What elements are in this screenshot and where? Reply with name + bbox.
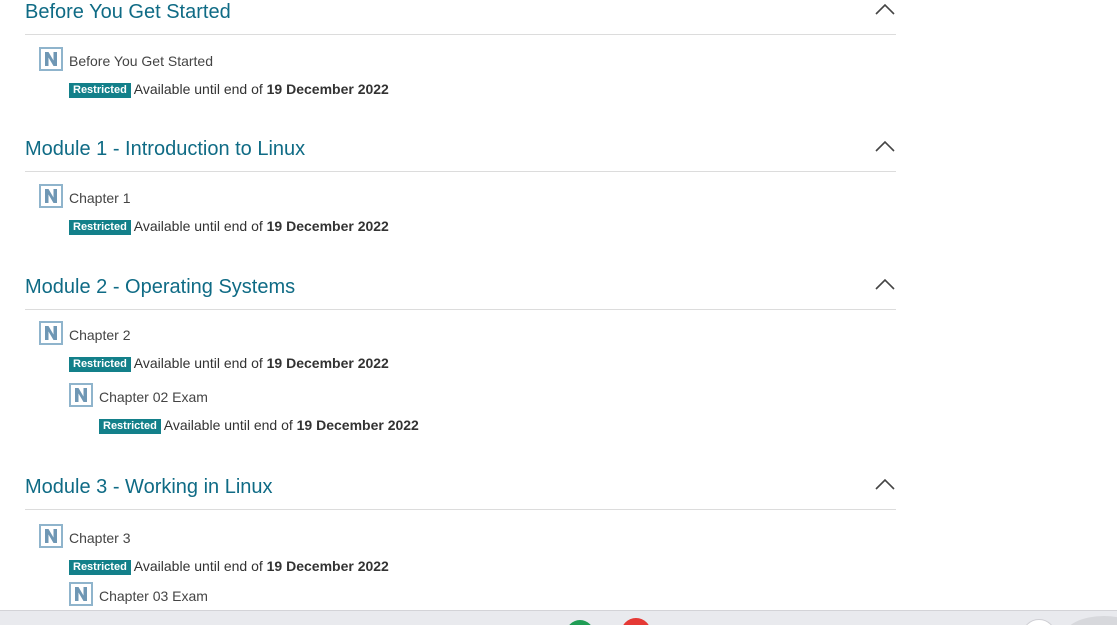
section-title[interactable]: Module 1 - Introduction to Linux — [25, 137, 305, 161]
restricted-badge: Restricted — [69, 220, 131, 235]
taskbar — [0, 610, 1117, 625]
restricted-badge: Restricted — [69, 83, 131, 98]
activity-link[interactable]: Chapter 3 — [69, 530, 130, 546]
availability-restriction: Restricted Available until end of 19 Dece… — [69, 355, 389, 372]
activity-link[interactable]: Chapter 03 Exam — [99, 588, 208, 604]
taskbar-app-icon[interactable] — [1022, 619, 1056, 625]
chevron-up-icon[interactable] — [874, 476, 896, 492]
course-section: Before You Get Started Before You Get St… — [25, 0, 896, 111]
chevron-up-icon[interactable] — [874, 138, 896, 154]
section-title[interactable]: Module 3 - Working in Linux — [25, 475, 273, 499]
course-section: Module 2 - Operating Systems Chapter 2 R… — [25, 275, 896, 447]
availability-restriction: Restricted Available until end of 19 Dece… — [69, 81, 389, 98]
restricted-badge: Restricted — [99, 419, 161, 434]
activity-link[interactable]: Chapter 1 — [69, 190, 130, 206]
availability-text: Available until end of — [163, 417, 293, 433]
availability-text: Available until end of — [133, 355, 263, 371]
section-header[interactable]: Before You Get Started — [25, 0, 896, 35]
taskbar-red-icon[interactable] — [621, 618, 651, 625]
activity-item: Chapter 02 Exam Restricted Available unti… — [55, 383, 896, 447]
section-title[interactable]: Before You Get Started — [25, 0, 231, 24]
section-header[interactable]: Module 1 - Introduction to Linux — [25, 137, 896, 172]
section-header[interactable]: Module 3 - Working in Linux — [25, 475, 896, 510]
course-section: Module 3 - Working in Linux Chapter 3 Re… — [25, 475, 896, 625]
availability-text: Available until end of — [133, 81, 263, 97]
activity-link[interactable]: Chapter 2 — [69, 327, 130, 343]
netacad-n-icon — [39, 524, 63, 548]
activity-link[interactable]: Chapter 02 Exam — [99, 389, 208, 405]
availability-date: 19 December 2022 — [266, 558, 389, 574]
netacad-n-icon — [39, 184, 63, 208]
chevron-up-icon[interactable] — [874, 276, 896, 292]
netacad-n-icon — [69, 582, 93, 606]
availability-restriction: Restricted Available until end of 19 Dece… — [99, 417, 419, 434]
availability-date: 19 December 2022 — [266, 218, 389, 234]
availability-text: Available until end of — [133, 558, 263, 574]
activity-link[interactable]: Before You Get Started — [69, 53, 213, 69]
taskbar-tray[interactable] — [1064, 616, 1117, 625]
availability-date: 19 December 2022 — [266, 355, 389, 371]
netacad-n-icon — [69, 383, 93, 407]
section-title[interactable]: Module 2 - Operating Systems — [25, 275, 295, 299]
netacad-n-icon — [39, 47, 63, 71]
availability-date: 19 December 2022 — [296, 417, 419, 433]
availability-text: Available until end of — [133, 218, 263, 234]
availability-date: 19 December 2022 — [266, 81, 389, 97]
section-header[interactable]: Module 2 - Operating Systems — [25, 275, 896, 310]
availability-restriction: Restricted Available until end of 19 Dece… — [69, 558, 389, 575]
activity-item: Before You Get Started Restricted Availab… — [25, 47, 896, 111]
restricted-badge: Restricted — [69, 560, 131, 575]
restricted-badge: Restricted — [69, 357, 131, 372]
course-page: Before You Get Started Before You Get St… — [0, 0, 1117, 625]
activity-item: Chapter 3 Restricted Available until end … — [25, 524, 896, 588]
activity-item: Chapter 2 Restricted Available until end … — [25, 321, 896, 385]
netacad-n-icon — [39, 321, 63, 345]
chevron-up-icon[interactable] — [874, 1, 896, 17]
availability-restriction: Restricted Available until end of 19 Dece… — [69, 218, 389, 235]
activity-item: Chapter 1 Restricted Available until end … — [25, 184, 896, 248]
taskbar-green-icon[interactable] — [566, 620, 594, 625]
course-section: Module 1 - Introduction to Linux Chapter… — [25, 137, 896, 248]
